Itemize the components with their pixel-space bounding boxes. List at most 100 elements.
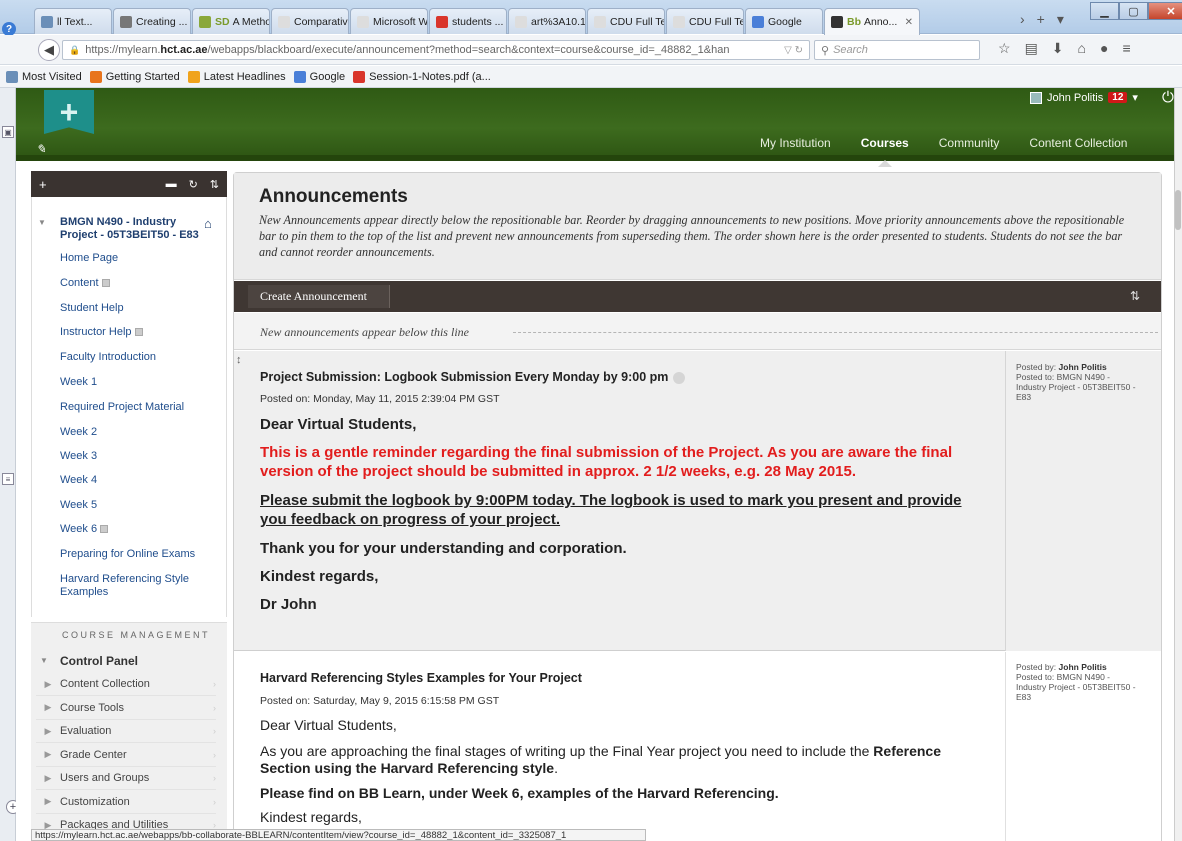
sidebar-item[interactable]: Home Page [60, 252, 118, 265]
sidebar-item[interactable]: Week 6 [60, 523, 109, 536]
logout-icon[interactable]: ⏻ [1162, 89, 1174, 106]
control-panel-item[interactable]: ▶ Course Tools › [36, 697, 216, 720]
bookmark-item[interactable]: Google [293, 70, 346, 83]
course-title[interactable]: BMGN N490 - Industry Project - 05T3BEIT5… [60, 216, 200, 242]
announcement-title[interactable]: Project Submission: Logbook Submission E… [260, 370, 686, 384]
control-panel-title[interactable]: Control Panel [60, 654, 138, 668]
new-tab-icon[interactable]: + [1037, 11, 1045, 28]
browser-tab[interactable]: Bb Anno... ✕ [824, 8, 920, 35]
control-panel-item[interactable]: ▶ Users and Groups › [36, 767, 216, 790]
options-chevron-icon[interactable] [673, 371, 686, 384]
add-menu-item-icon[interactable]: + [39, 177, 47, 192]
sidebar-item[interactable]: Week 5 [60, 499, 97, 512]
sidebar-item[interactable]: Week 3 [60, 450, 97, 463]
tab-community[interactable]: Community [939, 136, 1000, 150]
maximize-icon[interactable]: ▢ [1119, 2, 1148, 20]
sidebar-item[interactable]: Harvard Referencing Style Examples [60, 573, 200, 599]
browser-tab[interactable]: Comparative ... [271, 8, 349, 34]
posted-by: Posted by: John Politis [1016, 362, 1141, 372]
chevron-right-icon: › [213, 726, 216, 736]
sidebar-item[interactable]: Week 4 [60, 474, 97, 487]
browser-tab[interactable]: CDU Full Text... [587, 8, 665, 34]
browser-tab[interactable]: Google [745, 8, 823, 34]
browser-tab[interactable]: CDU Full Text... [666, 8, 744, 34]
menu-icon[interactable]: ≡ [1122, 40, 1130, 57]
drag-handle-icon[interactable]: ↕ [236, 354, 242, 366]
minimize-icon[interactable]: ▁ [1090, 2, 1119, 20]
sidebar-item[interactable]: Week 2 [60, 426, 97, 439]
create-announcement-button[interactable]: Create Announcement [248, 285, 390, 308]
search-icon: ⚲ [821, 44, 830, 57]
sidebar-item[interactable]: Week 1 [60, 376, 97, 389]
home-icon[interactable]: ⌂ [204, 216, 212, 231]
browser-tab[interactable]: SD A Metho... [192, 8, 270, 34]
reload-icon[interactable]: ▽ ↻ [780, 45, 803, 56]
sidebar-item[interactable]: Content [60, 277, 110, 290]
chevron-right-icon: › [213, 702, 216, 713]
sidebar-item-label: Week 1 [60, 376, 98, 388]
close-tab-icon[interactable]: ✕ [905, 17, 913, 28]
greeting: Dear Virtual Students, [260, 416, 417, 433]
posted-to: Posted to: BMGN N490 - Industry Project … [1016, 372, 1136, 402]
collapse-icon[interactable]: ▼ [38, 218, 46, 227]
tab-favicon-icon [752, 15, 764, 28]
home-icon[interactable]: ⌂ [1078, 40, 1086, 57]
tab-scroll-right-icon[interactable]: › [1020, 11, 1025, 28]
sidebar-item[interactable]: Student Help [60, 302, 124, 315]
tab-favicon-icon [594, 15, 606, 28]
display-mode-icon[interactable]: ▬ [166, 178, 177, 191]
expand-icon: ▶ [44, 796, 52, 806]
refresh-icon[interactable]: ↻ [189, 178, 198, 191]
bookmark-label: Google [309, 70, 346, 83]
chat-icon[interactable]: ● [1100, 40, 1108, 57]
control-panel-item[interactable]: ▶ Evaluation › [36, 720, 216, 743]
tab-prefix: Bb [847, 16, 861, 28]
tab-favicon-icon [357, 15, 369, 28]
back-arrow-icon[interactable]: ◀ [38, 39, 60, 61]
browser-tab[interactable]: ll Text... [34, 8, 112, 34]
sort-icon[interactable]: ⇅ [1130, 289, 1140, 303]
avatar [1030, 91, 1042, 104]
control-panel-item[interactable]: ▶ Customization › [36, 791, 216, 814]
sidebar-item[interactable]: Preparing for Online Exams [60, 548, 195, 561]
bookmark-item[interactable]: Most Visited [6, 70, 82, 83]
sidebar-item[interactable]: Faculty Introduction [60, 351, 156, 364]
sort-icon[interactable]: ⇅ [210, 178, 219, 191]
close-icon[interactable]: ✕ [1148, 2, 1182, 20]
expand-icon: ▶ [44, 678, 52, 689]
tab-content-collection[interactable]: Content Collection [1029, 136, 1127, 150]
list-icon[interactable]: ≡ [2, 473, 14, 485]
url-domain: hct.ac.ae [160, 44, 208, 56]
control-panel-item[interactable]: ▶ Grade Center › [36, 744, 216, 767]
edit-pencil-icon[interactable]: ✎ [36, 142, 46, 156]
tab-courses[interactable]: Courses [861, 136, 909, 167]
page-icon[interactable]: ▣ [2, 126, 14, 138]
tab-list-icon[interactable]: ▾ [1057, 11, 1064, 28]
browser-toolbar-icons: ☆ ▤ ⬇ ⌂ ● ≡ [998, 40, 1131, 57]
bookmark-item[interactable]: Session-1-Notes.pdf (a... [353, 70, 491, 83]
tab-my-institution[interactable]: My Institution [760, 136, 831, 150]
sidebar-item[interactable]: Instructor Help [60, 326, 143, 339]
announcement-title[interactable]: Harvard Referencing Styles Examples for … [260, 671, 582, 685]
bookmark-item[interactable]: Getting Started [89, 70, 180, 83]
browser-tab[interactable]: Creating ... [113, 8, 191, 34]
download-icon[interactable]: ⬇ [1052, 40, 1064, 57]
browser-tab[interactable]: Microsoft Wo... [350, 8, 428, 34]
url-bar[interactable]: 🔒 https://mylearn. hct.ac.ae/webapps/blac… [62, 40, 810, 60]
user-menu[interactable]: John Politis 12 ▾ [1030, 91, 1138, 104]
browser-tab[interactable]: art%3A10.100... [508, 8, 586, 34]
scrollbar-thumb[interactable] [1175, 190, 1181, 230]
bookmark-star-icon[interactable]: ☆ [998, 40, 1011, 57]
browser-tab[interactable]: students ... [429, 8, 507, 34]
bookmark-icon [89, 70, 102, 83]
sidebar-item[interactable]: Required Project Material [60, 401, 184, 414]
bookmark-item[interactable]: Latest Headlines [187, 70, 286, 83]
tab-label: CDU Full Text... [610, 15, 664, 28]
reading-list-icon[interactable]: ▤ [1025, 40, 1038, 57]
help-icon[interactable]: ? [2, 22, 16, 36]
collapse-icon[interactable]: ▼ [40, 656, 48, 665]
page-description: New Announcements appear directly below … [259, 213, 1125, 259]
search-input[interactable]: ⚲ Search [814, 40, 980, 60]
blackboard-logo[interactable]: + [44, 90, 94, 134]
control-panel-item[interactable]: ▶ Content Collection › [36, 673, 216, 696]
